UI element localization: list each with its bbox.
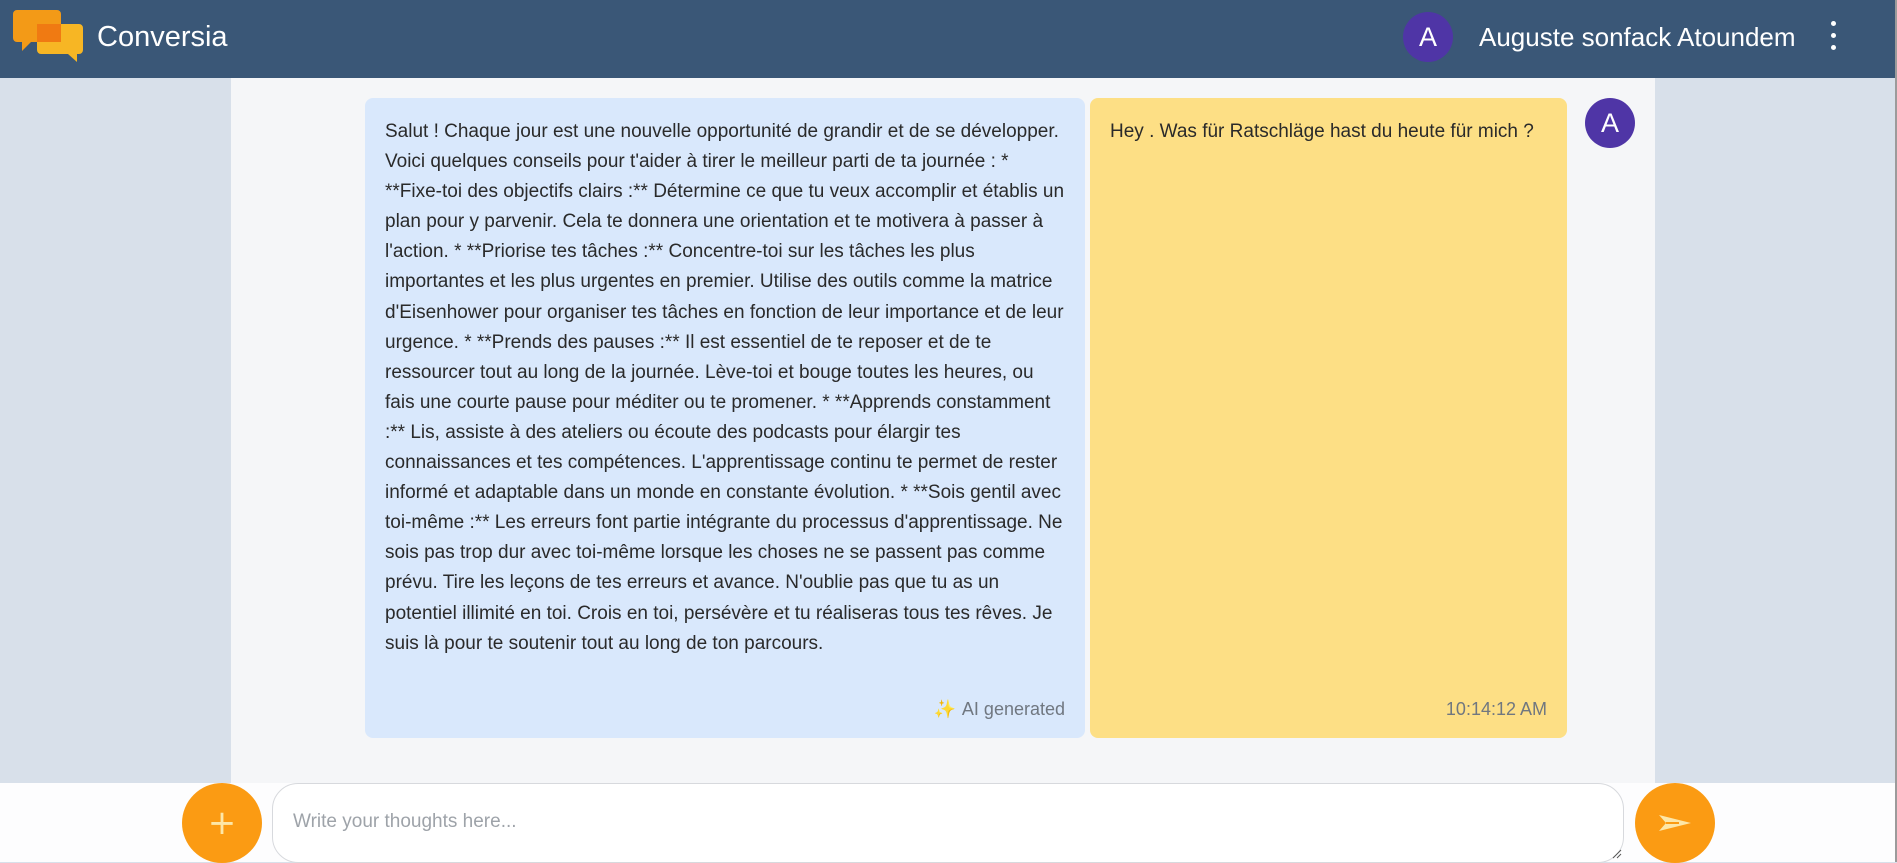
message-input[interactable]	[272, 783, 1624, 863]
add-button[interactable]: +	[182, 783, 262, 863]
send-button[interactable]	[1635, 783, 1715, 863]
user-avatar[interactable]: A	[1403, 12, 1453, 62]
ai-message-bubble: Salut ! Chaque jour est une nouvelle opp…	[365, 98, 1085, 738]
user-message-bubble: Hey . Was für Ratschläge hast du heute f…	[1090, 98, 1567, 738]
app-title: Conversia	[97, 21, 228, 53]
kebab-menu-icon[interactable]	[1824, 20, 1844, 52]
message-avatar: A	[1585, 98, 1635, 148]
chat-bubbles-logo-icon	[13, 10, 83, 62]
user-message-text: Hey . Was für Ratschläge hast du heute f…	[1110, 121, 1534, 142]
ai-generated-label: AI generated	[961, 699, 1065, 719]
plus-icon: +	[207, 803, 237, 843]
user-name[interactable]: Auguste sonfack Atoundem	[1479, 19, 1796, 55]
send-icon	[1659, 815, 1691, 831]
resize-grip-icon[interactable]	[1612, 849, 1622, 859]
ai-generated-tag: ✨ AI generated	[934, 699, 1066, 720]
app-header: Conversia A Auguste sonfack Atoundem	[0, 0, 1895, 78]
ai-message-text: Salut ! Chaque jour est une nouvelle opp…	[385, 121, 1065, 654]
sparkle-icon: ✨	[933, 699, 956, 719]
message-timestamp: 10:14:12 AM	[1445, 699, 1547, 719]
